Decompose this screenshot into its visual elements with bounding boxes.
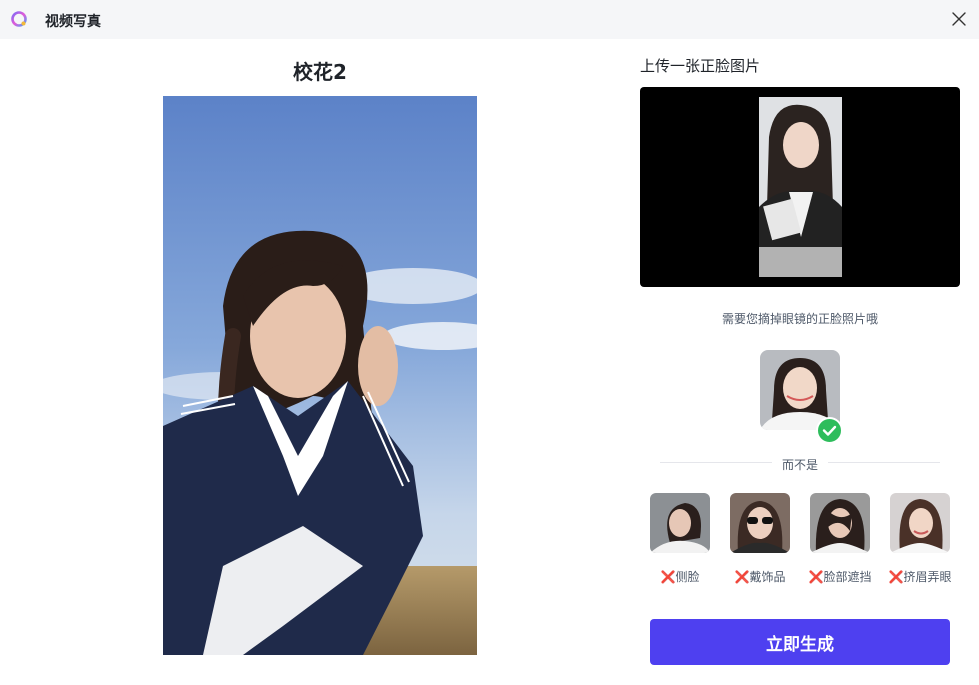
x-icon: ❌	[808, 570, 824, 584]
template-preview-image	[163, 96, 477, 655]
bad-example-photo	[730, 493, 790, 553]
close-icon[interactable]	[949, 9, 969, 29]
bad-example-photo	[650, 493, 710, 553]
upload-area[interactable]	[640, 87, 960, 287]
bad-example-label: 挤眉弄眼	[903, 570, 952, 584]
bad-example-label: 戴饰品	[749, 570, 786, 584]
check-icon	[816, 417, 843, 444]
bad-example-label: 脸部遮挡	[823, 570, 872, 584]
x-icon: ❌	[734, 570, 750, 584]
bad-example-photo	[890, 493, 950, 553]
bad-example-label: 侧脸	[675, 570, 700, 584]
generate-button[interactable]: 立即生成	[650, 619, 950, 665]
app-logo-icon	[10, 10, 28, 28]
upload-hint: 需要您摘掉眼镜的正脸照片哦	[721, 312, 878, 326]
upload-title: 上传一张正脸图片	[640, 57, 761, 75]
x-icon: ❌	[660, 570, 676, 584]
title-bar: 视频写真	[0, 0, 979, 39]
divider-text: 而不是	[781, 458, 818, 472]
template-title: 校花2	[293, 60, 347, 84]
bad-example-photo	[810, 493, 870, 553]
window-title: 视频写真	[45, 14, 101, 30]
x-icon: ❌	[888, 570, 904, 584]
uploaded-photo	[759, 97, 842, 277]
